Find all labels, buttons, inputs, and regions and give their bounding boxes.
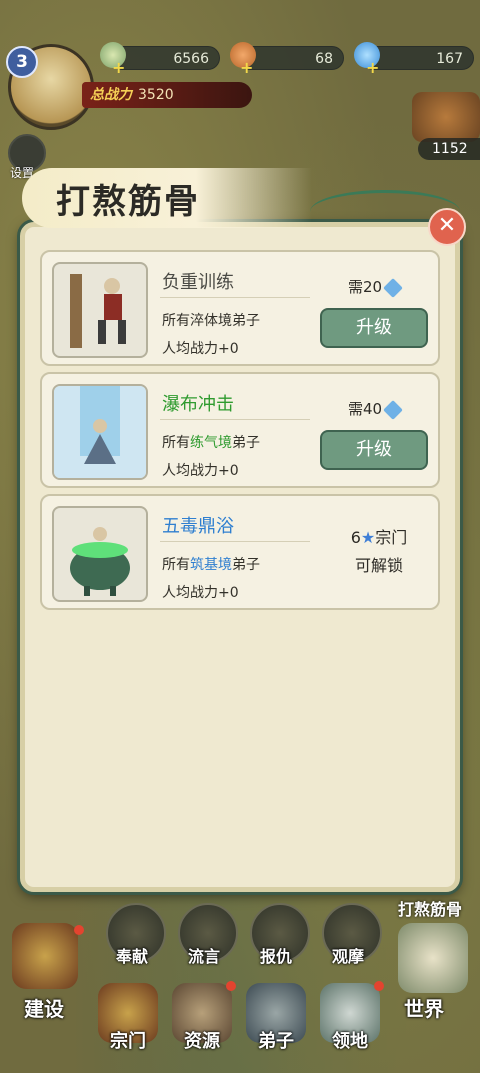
- item-target: 所有淬体境弟子: [162, 313, 260, 329]
- notification-dot: [226, 981, 236, 991]
- item-name: 五毒鼎浴: [162, 516, 234, 537]
- notification-dot: [374, 981, 384, 991]
- upgrade-button[interactable]: 升级: [320, 430, 428, 470]
- item-name: 负重训练: [162, 272, 234, 293]
- item-effect: 人均战力+0: [162, 463, 239, 479]
- item-cost: 需40: [348, 398, 403, 420]
- treasure-icon[interactable]: [412, 92, 480, 142]
- bottom-nav: 奉献 流言 报仇 观摩 建设 宗门 资源 弟子 领地 世界: [0, 895, 480, 1073]
- nav-territory[interactable]: 领地: [332, 1027, 368, 1053]
- world-scroll-icon[interactable]: [398, 923, 468, 993]
- right-counter: 1152: [418, 138, 480, 160]
- add-crystal-icon[interactable]: +: [366, 58, 379, 77]
- top-bar: 3 6566 + 68 + 167 + 总战力 3520: [0, 0, 480, 130]
- total-power-value: 3520: [138, 87, 174, 103]
- nav-build[interactable]: 建设: [24, 993, 64, 1022]
- notification-dot: [74, 925, 84, 935]
- nav-sect[interactable]: 宗门: [110, 1027, 146, 1053]
- list-item: 五毒鼎浴 所有筑基境弟子 人均战力+0 6★宗门 可解锁: [40, 494, 440, 610]
- nav-revenge[interactable]: 报仇: [260, 943, 292, 967]
- list-item: 负重训练 所有淬体境弟子 人均战力+0 需20 升级: [40, 250, 440, 366]
- weight-training-image: [52, 262, 148, 358]
- divider: [160, 541, 310, 542]
- total-power-label: 总战力: [90, 87, 132, 103]
- build-icon[interactable]: [12, 923, 78, 989]
- add-peach-icon[interactable]: +: [240, 58, 253, 77]
- divider: [160, 297, 310, 298]
- item-effect: 人均战力+0: [162, 341, 239, 357]
- item-name: 瀑布冲击: [162, 394, 234, 415]
- nav-donate[interactable]: 奉献: [116, 943, 148, 967]
- nav-resources[interactable]: 资源: [184, 1027, 220, 1053]
- item-target: 所有筑基境弟子: [162, 557, 260, 573]
- unlock-requirement: 6★宗门 可解锁: [350, 528, 408, 575]
- crystal-icon: [383, 277, 403, 298]
- nav-world[interactable]: 世界: [404, 993, 444, 1022]
- close-button[interactable]: ✕: [428, 208, 466, 246]
- modal-title: 打熬筋骨: [56, 182, 200, 222]
- player-level-badge: 3: [6, 46, 38, 78]
- waterfall-training-image: [52, 384, 148, 480]
- item-effect: 人均战力+0: [162, 585, 239, 601]
- crystal-icon: [383, 399, 403, 420]
- star-icon: ★: [360, 528, 376, 547]
- list-item: 瀑布冲击 所有练气境弟子 人均战力+0 需40 升级: [40, 372, 440, 488]
- total-power: 总战力 3520: [82, 82, 252, 108]
- nav-observe[interactable]: 观摩: [332, 943, 364, 967]
- cauldron-bath-image: [52, 506, 148, 602]
- add-jade-icon[interactable]: +: [112, 58, 125, 77]
- divider: [160, 419, 310, 420]
- item-target: 所有练气境弟子: [162, 435, 260, 451]
- nav-disciples[interactable]: 弟子: [258, 1027, 294, 1053]
- item-cost: 需20: [348, 276, 403, 298]
- nav-rumor[interactable]: 流言: [188, 943, 220, 967]
- resource-jade: 6566: [110, 46, 220, 70]
- upgrade-button[interactable]: 升级: [320, 308, 428, 348]
